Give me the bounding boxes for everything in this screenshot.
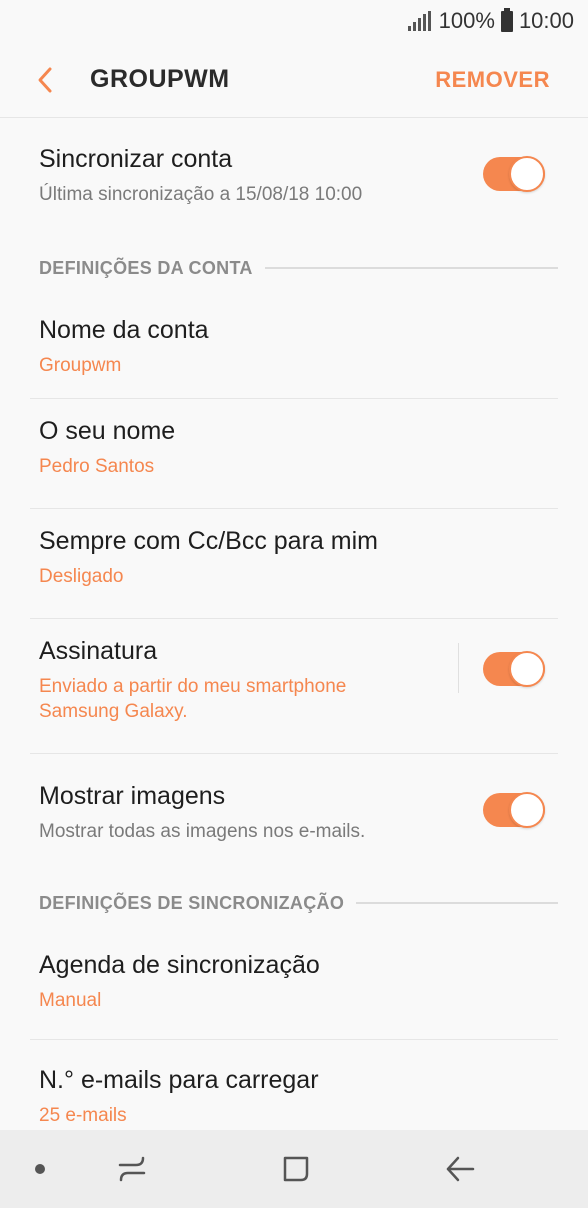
nav-dot-button[interactable] [20,1130,60,1208]
show-images-label: Mostrar imagens [39,782,226,810]
emails-to-load-label: N.° e-mails para carregar [39,1066,319,1094]
your-name-value: Pedro Santos [39,456,155,477]
show-images-sub: Mostrar todas as imagens nos e-mails. [39,821,366,842]
toggle-knob [509,156,545,192]
section-divider [356,902,558,904]
settings-list: Sincronizar conta Última sincronização a… [0,119,588,1134]
status-bar: 100% 10:00 [0,0,588,42]
section-header-sync: DEFINIÇÕES DE SINCRONIZAÇÃO [0,881,588,925]
emails-to-load-row[interactable]: N.° e-mails para carregar 25 e-mails [0,1040,588,1134]
page-title: GROUPWM [90,65,230,93]
show-images-toggle[interactable] [483,792,545,828]
your-name-row[interactable]: O seu nome Pedro Santos [0,399,588,508]
sync-account-toggle[interactable] [483,156,545,192]
home-square-icon [283,1156,309,1182]
navigation-bar [0,1130,588,1208]
app-bar: GROUPWM REMOVER [0,42,588,118]
account-name-label: Nome da conta [39,316,209,344]
sync-schedule-label: Agenda de sincronização [39,951,320,979]
section-title-sync: DEFINIÇÕES DE SINCRONIZAÇÃO [39,892,345,913]
recents-icon [118,1156,146,1182]
toggle-knob [509,792,545,828]
your-name-label: O seu nome [39,417,176,445]
clock: 10:00 [518,8,574,33]
toggle-knob [509,651,545,687]
sync-account-row[interactable]: Sincronizar conta Última sincronização a… [0,119,588,238]
section-title-account: DEFINIÇÕES DA CONTA [39,257,253,278]
arrow-left-icon [446,1156,475,1182]
last-sync-text: Última sincronização a 15/08/18 10:00 [39,184,363,205]
sync-account-label: Sincronizar conta [39,145,233,173]
nav-back-button[interactable] [430,1130,490,1208]
remove-button[interactable]: REMOVER [435,67,588,93]
account-name-value: Groupwm [39,355,122,376]
cc-bcc-row[interactable]: Sempre com Cc/Bcc para mim Desligado [0,509,588,618]
signature-toggle[interactable] [483,651,545,687]
battery-percent: 100% [438,8,495,33]
cc-bcc-label: Sempre com Cc/Bcc para mim [39,527,378,555]
back-button[interactable] [0,42,90,118]
account-name-row[interactable]: Nome da conta Groupwm [0,298,588,398]
signature-label: Assinatura [39,637,158,665]
recents-button[interactable] [102,1130,162,1208]
home-button[interactable] [266,1130,326,1208]
signature-value: Enviado a partir do meu smartphone Samsu… [39,676,347,722]
sync-schedule-value: Manual [39,990,102,1011]
cc-bcc-value: Desligado [39,566,124,587]
emails-to-load-value: 25 e-mails [39,1105,127,1126]
signature-row[interactable]: Assinatura Enviado a partir do meu smart… [0,619,588,753]
section-header-account: DEFINIÇÕES DA CONTA [0,238,588,298]
dot-icon [35,1164,45,1174]
vertical-divider [458,643,459,693]
sync-schedule-row[interactable]: Agenda de sincronização Manual [0,925,588,1039]
battery-icon [500,7,513,32]
chevron-left-icon [38,67,52,92]
show-images-row[interactable]: Mostrar imagens Mostrar todas as imagens… [0,754,588,881]
signal-icon [407,11,431,31]
section-divider [264,267,558,269]
